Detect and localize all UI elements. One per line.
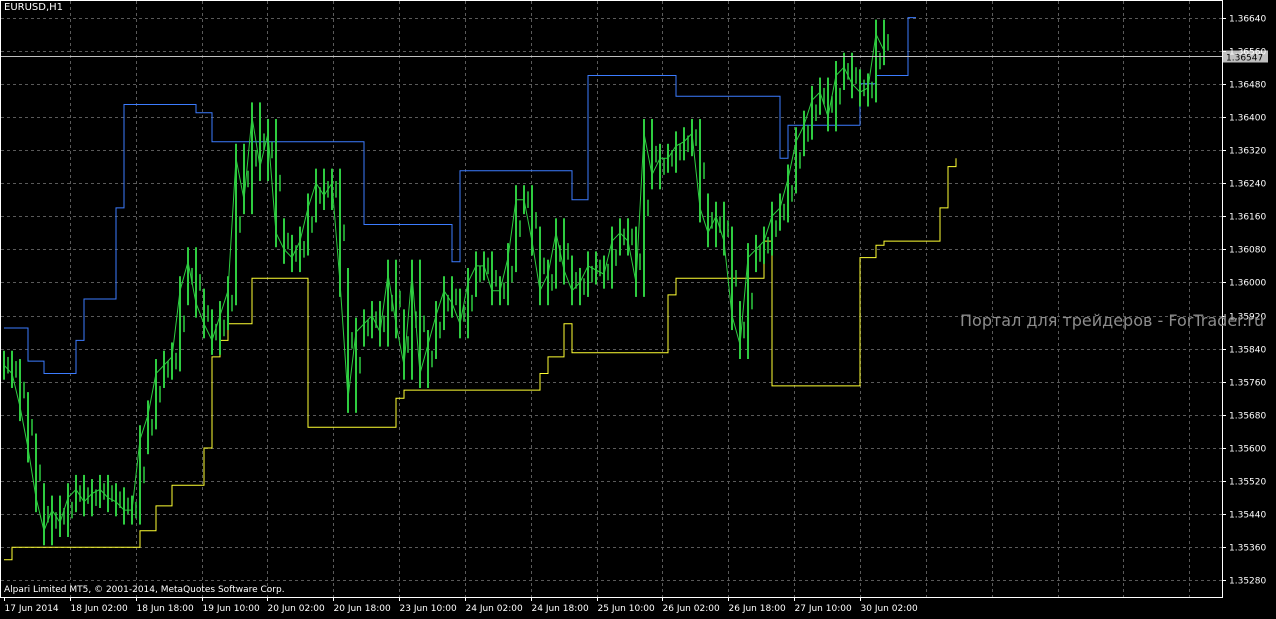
x-tick-label: 20 Jun 18:00 (334, 604, 391, 614)
price-axis[interactable]: 1.36640 1.36560 1.36480 1.36400 1.36320 1.362… (1222, 15, 1266, 587)
y-tick-label: 1.36240 (1229, 180, 1266, 190)
y-tick-label: 1.35360 (1229, 544, 1266, 554)
y-tick-label: 1.35600 (1229, 445, 1266, 455)
x-tick-label: 19 Jun 10:00 (203, 604, 260, 614)
y-tick-label: 1.35280 (1229, 577, 1266, 587)
lower-channel-path (4, 158, 957, 561)
y-tick-label: 1.36480 (1229, 81, 1266, 91)
y-tick-label: 1.35760 (1229, 379, 1266, 389)
chart-grid (1, 1, 1222, 597)
time-axis[interactable]: 17 Jun 2014 18 Jun 02:00 18 Jun 18:00 19 Ju… (4, 597, 918, 614)
y-tick-label: 1.36400 (1229, 114, 1266, 124)
symbol-title: EURUSD,H1 (4, 2, 64, 13)
y-tick-label: 1.36320 (1229, 147, 1266, 157)
y-tick-label: 1.36640 (1229, 15, 1266, 25)
x-tick-label: 26 Jun 02:00 (663, 604, 720, 614)
y-tick-label: 1.35440 (1229, 511, 1266, 521)
y-tick-label: 1.36160 (1229, 213, 1266, 223)
watermark-text: Портал для трейдеров - ForTrader.ru (960, 311, 1265, 330)
y-tick-label: 1.35680 (1229, 412, 1266, 422)
y-tick-label: 1.36080 (1229, 246, 1266, 256)
y-tick-label: 1.35840 (1229, 346, 1266, 356)
x-tick-label: 18 Jun 18:00 (137, 604, 194, 614)
x-tick-label: 23 Jun 10:00 (400, 604, 457, 614)
x-tick-label: 27 Jun 10:00 (795, 604, 852, 614)
x-tick-label: 20 Jun 02:00 (268, 604, 325, 614)
chart-frame (0, 0, 1223, 598)
x-tick-label: 18 Jun 02:00 (71, 604, 128, 614)
current-price-line: 1.36547 (1, 50, 1268, 64)
x-tick-label: 24 Jun 18:00 (532, 604, 589, 614)
y-tick-label: 1.36560 (1229, 48, 1266, 58)
y-tick-label: 1.36000 (1229, 279, 1266, 289)
x-tick-label: 30 Jun 02:00 (861, 604, 918, 614)
x-tick-label: 26 Jun 18:00 (729, 604, 786, 614)
x-tick-label: 25 Jun 10:00 (598, 604, 655, 614)
price-chart[interactable]: 1.36547 1.366401.365601.364801.364001.36… (0, 0, 1276, 619)
x-tick-label: 24 Jun 02:00 (466, 604, 523, 614)
y-tick-label: 1.35520 (1229, 478, 1266, 488)
x-tick-label: 17 Jun 2014 (5, 604, 59, 614)
copyright-text: Alpari Limited MT5, © 2001-2014, MetaQuo… (4, 585, 285, 595)
lower-channel-line (4, 158, 957, 561)
